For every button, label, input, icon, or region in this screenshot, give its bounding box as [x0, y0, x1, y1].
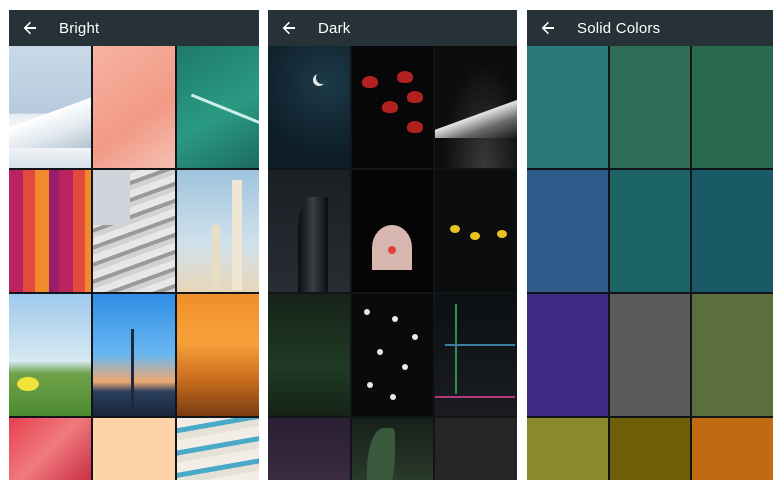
color-swatch[interactable] [527, 46, 608, 168]
screen-title: Bright [59, 19, 100, 37]
wallpaper-thumbnail[interactable] [177, 46, 259, 168]
wallpaper-thumbnail[interactable] [351, 294, 434, 416]
color-swatch[interactable] [692, 170, 773, 292]
wallpaper-thumbnail[interactable] [177, 170, 259, 292]
color-swatch[interactable] [527, 170, 608, 292]
color-swatch[interactable] [692, 46, 773, 168]
wallpaper-grid [268, 46, 517, 480]
dark-wallpaper-screen: Dark [268, 10, 517, 480]
solid-color-grid [527, 46, 773, 480]
color-swatch[interactable] [527, 418, 608, 480]
wallpaper-thumbnail[interactable] [435, 170, 517, 292]
wallpaper-thumbnail[interactable] [9, 418, 91, 480]
back-arrow-icon[interactable] [280, 19, 298, 37]
wallpaper-thumbnail[interactable] [177, 418, 259, 480]
wallpaper-thumbnail[interactable] [268, 294, 350, 416]
screen-title: Solid Colors [577, 19, 661, 37]
wallpaper-thumbnail[interactable] [268, 46, 350, 168]
wallpaper-thumbnail[interactable] [268, 170, 350, 292]
color-swatch[interactable] [609, 418, 691, 480]
color-swatch[interactable] [527, 294, 608, 416]
wallpaper-thumbnail[interactable] [351, 46, 434, 168]
wallpaper-thumbnail[interactable] [435, 418, 517, 480]
app-bar: Bright [9, 10, 259, 46]
wallpaper-thumbnail[interactable] [9, 294, 91, 416]
bright-wallpaper-screen: Bright [9, 10, 259, 480]
wallpaper-thumbnail[interactable] [93, 418, 175, 480]
wallpaper-thumbnail[interactable] [268, 418, 350, 480]
back-arrow-icon[interactable] [539, 19, 557, 37]
color-swatch[interactable] [692, 418, 773, 480]
color-swatch[interactable] [609, 294, 691, 416]
app-bar: Dark [268, 10, 517, 46]
wallpaper-thumbnail[interactable] [177, 294, 259, 416]
wallpaper-grid [9, 46, 259, 480]
color-swatch[interactable] [609, 46, 691, 168]
back-arrow-icon[interactable] [21, 19, 39, 37]
wallpaper-thumbnail[interactable] [93, 170, 175, 292]
app-bar: Solid Colors [527, 10, 773, 46]
screen-title: Dark [318, 19, 351, 37]
wallpaper-thumbnail[interactable] [93, 294, 175, 416]
wallpaper-thumbnail[interactable] [9, 46, 91, 168]
wallpaper-thumbnail[interactable] [435, 46, 517, 168]
wallpaper-thumbnail[interactable] [9, 170, 91, 292]
solid-colors-screen: Solid Colors [527, 10, 773, 480]
wallpaper-thumbnail[interactable] [351, 418, 434, 480]
wallpaper-thumbnail[interactable] [435, 294, 517, 416]
color-swatch[interactable] [609, 170, 691, 292]
color-swatch[interactable] [692, 294, 773, 416]
wallpaper-thumbnail[interactable] [351, 170, 434, 292]
wallpaper-thumbnail[interactable] [93, 46, 175, 168]
